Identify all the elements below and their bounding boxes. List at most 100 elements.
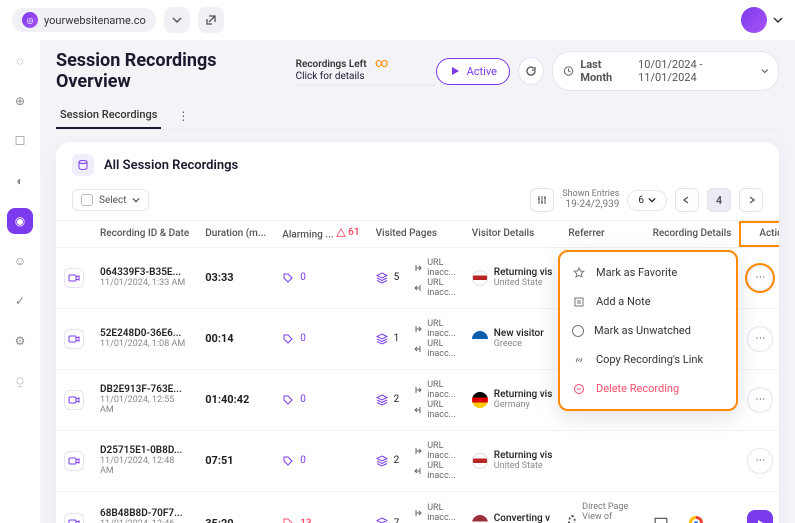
url-entry: URL inacc...: [427, 319, 456, 339]
recording-id[interactable]: 52E248D0-36E6...: [100, 328, 189, 339]
url-entry: URL inacc...: [427, 441, 456, 461]
camera-icon: [64, 451, 84, 471]
enter-icon: [413, 508, 423, 518]
shown-entries-value: 19-24/2,939: [562, 199, 619, 210]
tab-session-recordings[interactable]: Session Recordings: [56, 102, 161, 129]
menu-copy-link[interactable]: Copy Recording's Link: [560, 345, 736, 374]
camera-icon: [64, 329, 84, 349]
tab-more-icon[interactable]: ⋮: [169, 105, 197, 127]
rail-icon-security[interactable]: ✓: [7, 288, 33, 314]
referrer: Direct Page View of Recording's Entry Pa…: [582, 502, 636, 523]
flag-icon: [472, 331, 488, 347]
row-actions-menu: Mark as Favorite Add a Note Mark as Unwa…: [560, 252, 736, 409]
refresh-icon: [525, 65, 537, 77]
site-picker[interactable]: ◎ yourwebsitename.co: [12, 8, 156, 32]
recordings-icon: [72, 154, 94, 176]
table-row: 68B48B8D-70F7...11/01/2024, 12:46 AM35:2…: [56, 491, 779, 523]
alarm-count: 0: [300, 394, 306, 405]
rail-icon-inbox[interactable]: ☐: [7, 128, 33, 154]
active-label: Active: [467, 65, 497, 78]
camera-icon: [64, 268, 84, 288]
alarm-count: 0: [300, 333, 306, 344]
desktop-icon: [653, 516, 669, 523]
menu-delete[interactable]: Delete Recording: [560, 374, 736, 403]
rail-icon-activity[interactable]: ◐: [7, 168, 33, 194]
open-external-icon[interactable]: [198, 7, 224, 33]
active-toggle[interactable]: Active: [436, 58, 510, 85]
recording-date: 11/01/2024, 12:55 AM: [100, 395, 189, 415]
flag-icon: [472, 453, 488, 469]
enter-icon: [413, 446, 423, 456]
rail-icon-settings[interactable]: ⚙: [7, 328, 33, 354]
play-button[interactable]: [747, 510, 773, 523]
col-id[interactable]: Recording ID & Date: [92, 221, 197, 248]
recordings-left-label: Recordings Left: [296, 59, 367, 70]
tag-icon: [282, 272, 294, 284]
topbar: ◎ yourwebsitename.co: [0, 0, 795, 40]
stack-icon: [376, 455, 388, 467]
current-page: 4: [707, 188, 731, 212]
recording-id[interactable]: D25715E1-0B8D...: [100, 445, 189, 456]
col-alarming[interactable]: Alarming ... 61: [274, 221, 367, 248]
date-range: 10/01/2024 - 11/01/2024: [638, 58, 754, 84]
col-duration[interactable]: Duration (m...: [197, 221, 274, 248]
refresh-button[interactable]: [518, 57, 544, 85]
more-button[interactable]: ⋯: [747, 326, 773, 352]
loading-icon: [568, 515, 576, 523]
recording-id[interactable]: 064339F3-B35E...: [100, 267, 189, 278]
menu-label: Copy Recording's Link: [596, 353, 703, 366]
rail-icon-dashboard[interactable]: ◌: [7, 48, 33, 74]
per-page-picker[interactable]: 6: [627, 190, 667, 211]
more-button[interactable]: ⋯: [747, 387, 773, 413]
exit-icon: [413, 405, 423, 415]
prev-page-button[interactable]: [675, 188, 699, 212]
rail-icon-recordings[interactable]: ◉: [7, 208, 33, 234]
more-button[interactable]: ⋯: [747, 265, 773, 291]
menu-mark-unwatched[interactable]: Mark as Unwatched: [560, 316, 736, 345]
chevron-down-icon: [761, 67, 768, 75]
more-button[interactable]: ⋯: [747, 448, 773, 474]
rail-icon-user[interactable]: ⍜: [7, 368, 33, 394]
select-all[interactable]: Select: [72, 189, 149, 211]
next-page-button[interactable]: [739, 188, 763, 212]
visitor-country: United State: [494, 278, 553, 288]
recordings-left-cta[interactable]: Click for details: [296, 71, 436, 82]
recording-date: 11/01/2024, 1:33 AM: [100, 278, 189, 288]
infinity-icon: ∞: [375, 56, 388, 71]
recording-date: 11/01/2024, 12:46 AM: [100, 519, 189, 523]
checkbox-icon: [81, 194, 93, 206]
col-visitor[interactable]: Visitor Details: [464, 221, 561, 248]
recording-id[interactable]: DB2E913F-763E...: [100, 384, 189, 395]
date-range-picker[interactable]: Last Month 10/01/2024 - 11/01/2024: [552, 51, 779, 91]
pages-count: 2: [394, 455, 400, 466]
menu-label: Delete Recording: [596, 382, 679, 395]
card-title: All Session Recordings: [104, 158, 238, 173]
tabs: Session Recordings ⋮: [56, 98, 779, 130]
page-title: Session Recordings Overview: [56, 50, 278, 92]
recording-date: 11/01/2024, 12:48 AM: [100, 456, 189, 476]
filters-button[interactable]: [530, 188, 554, 212]
col-referrer[interactable]: Referrer: [560, 221, 644, 248]
duration: 01:40:42: [205, 393, 249, 406]
col-details[interactable]: Recording Details: [645, 221, 740, 248]
pages-count: 1: [394, 333, 400, 344]
tag-icon: [282, 333, 294, 345]
url-entry: URL inacc...: [427, 380, 456, 400]
flag-icon: [472, 270, 488, 286]
recording-id[interactable]: 68B48B8D-70F7...: [100, 508, 189, 519]
clock-icon: [563, 65, 574, 77]
menu-label: Mark as Unwatched: [594, 324, 691, 337]
visitor-country: United State: [494, 461, 553, 471]
menu-mark-favorite[interactable]: Mark as Favorite: [560, 258, 736, 287]
url-exit: URL inacc...: [427, 461, 456, 481]
rail-icon-chat[interactable]: ☺: [7, 248, 33, 274]
col-actions[interactable]: Actions: [739, 221, 779, 248]
col-pages[interactable]: Visited Pages: [368, 221, 464, 248]
menu-add-note[interactable]: Add a Note: [560, 287, 736, 316]
avatar[interactable]: [741, 7, 767, 33]
rail-icon-add[interactable]: ⊕: [7, 88, 33, 114]
chevron-down-icon[interactable]: [164, 7, 190, 33]
chevron-down-icon[interactable]: [773, 15, 783, 25]
table-row: D25715E1-0B8D...11/01/2024, 12:48 AM07:5…: [56, 430, 779, 491]
enter-icon: [413, 385, 423, 395]
